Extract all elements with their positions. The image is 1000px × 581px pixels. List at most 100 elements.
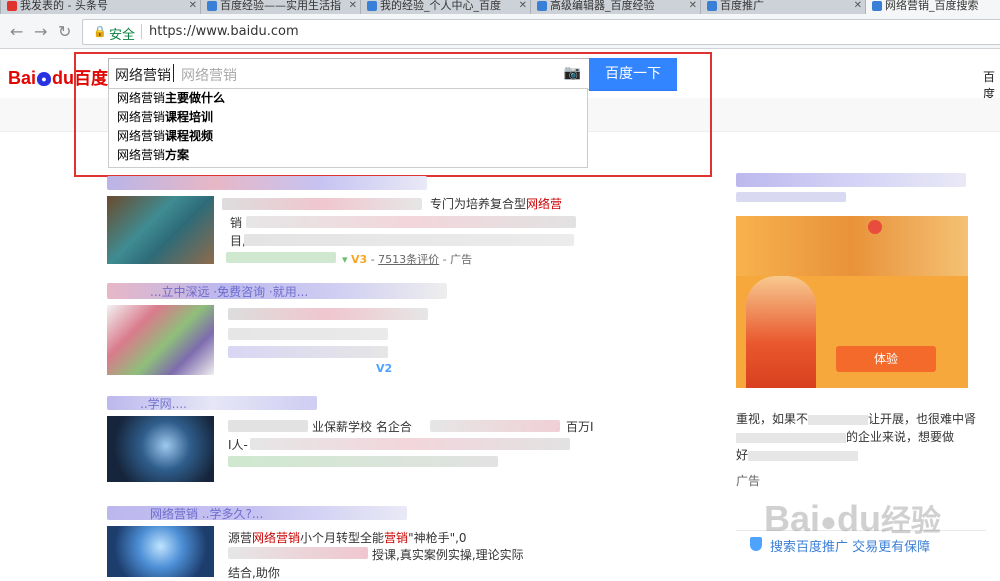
close-icon[interactable]: ✕ <box>689 0 697 12</box>
search-input[interactable]: 网络营销 网络营销 📷 <box>108 58 590 90</box>
snippet-text: 专门为培养复合型 <box>430 197 527 211</box>
baidu-favicon-icon <box>207 1 217 11</box>
close-icon[interactable]: ✕ <box>519 0 527 12</box>
result-title-visible[interactable]: ...立中深远 ·免费咨询 ·就用... <box>150 283 308 300</box>
snippet-text: 源营 <box>228 531 253 545</box>
toutiao-favicon-icon <box>7 1 17 11</box>
baidu-favicon-icon <box>707 1 717 11</box>
tab-baidu-tuiguang[interactable]: 百度推广 ✕ <box>700 0 867 14</box>
suggestion-suffix: 课程视频 <box>165 129 214 143</box>
result-snippet-blur <box>228 308 428 320</box>
suggestion-prefix: 网络营销 <box>117 148 166 162</box>
snippet-keyword: 营销 <box>384 531 409 545</box>
search-query[interactable]: 网络营销 <box>115 65 171 85</box>
logo-text-b: du <box>52 68 75 88</box>
reload-icon[interactable]: ↻ <box>58 22 71 41</box>
ad-label: 广告 <box>450 253 473 266</box>
tab-label: 网络营销_百度搜索 <box>885 0 979 12</box>
baidu-favicon-icon <box>537 1 547 11</box>
suggestion-item[interactable]: 网络营销课程培训 <box>109 108 587 127</box>
sidebar-ad-title[interactable] <box>736 173 966 187</box>
ad-person-figure <box>746 276 816 388</box>
search-button[interactable]: 百度一下 <box>589 58 677 91</box>
ad-logo-icon <box>868 220 882 234</box>
search-ghost-text: 网络营销 <box>181 68 237 84</box>
sidebar-ad-label: 广告 <box>736 474 761 488</box>
result-url-blur <box>226 252 336 263</box>
suggestion-prefix: 网络营销 <box>117 110 166 124</box>
close-icon[interactable]: ✕ <box>349 0 357 12</box>
camera-icon[interactable]: 📷 <box>564 65 581 81</box>
tab-editor[interactable]: 高级编辑器_百度经验 ✕ <box>530 0 702 14</box>
result-title[interactable] <box>107 396 317 410</box>
suggestion-suffix: 课程培训 <box>165 110 214 124</box>
result-thumbnail[interactable] <box>107 416 214 482</box>
lock-icon: 🔒 <box>93 25 107 38</box>
close-icon[interactable]: ✕ <box>189 0 197 12</box>
paw-icon: ● <box>37 72 52 87</box>
result-snippet: 业保薪学校 名企合 <box>312 420 412 434</box>
result-thumbnail[interactable] <box>107 305 214 375</box>
result-thumbnail[interactable] <box>107 196 214 264</box>
watermark-text-cn: 经验 <box>880 505 941 538</box>
browser-toolbar: ← → ↻ 🔒 安全 https://www.baidu.com <box>0 14 1000 49</box>
result-title[interactable] <box>107 176 427 190</box>
ad-badge: 体验 <box>836 346 936 372</box>
ad-image-band <box>736 216 968 276</box>
result-title-visible[interactable]: ..学网.... <box>140 395 187 412</box>
rating-link[interactable]: 7513条评价 <box>378 253 439 266</box>
forward-arrow-icon[interactable]: → <box>34 22 47 41</box>
tab-baidu-jingyan[interactable]: 百度经验——实用生活指 ✕ <box>200 0 362 14</box>
logo-text-cn: 百度 <box>74 69 109 88</box>
shield-icon <box>750 537 762 551</box>
result-snippet-blur <box>246 216 576 228</box>
sidebar-text-c: 的企业来说，想要做 <box>846 430 955 444</box>
result-url-blur <box>228 456 498 467</box>
result-meta: ▾ V3 - 7513条评价 - 广告 <box>342 253 473 266</box>
result-snippet-blur <box>228 420 308 432</box>
sidebar-ad-image[interactable]: 体验 <box>736 216 968 388</box>
tab-search-results[interactable]: 网络营销_百度搜索 <box>865 0 1000 14</box>
sidebar-ad-subtitle[interactable] <box>736 192 846 202</box>
result-snippet-blur <box>228 346 388 358</box>
suggestion-item[interactable]: 网络营销主要做什么 <box>109 89 587 108</box>
result-title-visible[interactable]: 网络营销 ..学多久?... <box>150 505 263 522</box>
header-right-link[interactable]: 百度 <box>983 68 1000 102</box>
back-arrow-icon[interactable]: ← <box>10 22 23 41</box>
v2-badge: V2 <box>376 362 393 375</box>
result-snippet-blur <box>228 328 388 340</box>
tab-toutiao[interactable]: 我发表的 - 头条号 ✕ <box>0 0 202 14</box>
suggestion-item[interactable]: 网络营销课程视频 <box>109 127 587 146</box>
result-snippet: 源营网络营销小个月转型全能营销"神枪手",0 <box>228 529 467 546</box>
result-snippet-line2: 销 <box>230 216 243 230</box>
suggestion-item[interactable]: 网络营销方案 <box>109 146 587 165</box>
divider <box>141 24 142 39</box>
baidu-logo[interactable]: Bai ● du百度 <box>8 64 108 89</box>
close-icon[interactable]: ✕ <box>854 0 862 12</box>
baidu-favicon-icon <box>367 1 377 11</box>
result-snippet: 百万I <box>566 420 594 434</box>
suggestion-prefix: 网络营销 <box>117 129 166 143</box>
result-thumbnail[interactable] <box>107 526 214 577</box>
suggestion-prefix: 网络营销 <box>117 91 166 105</box>
paw-icon: ● <box>820 506 837 537</box>
result-snippet: 结合,助你 <box>228 566 280 580</box>
suggestion-suffix: 方案 <box>165 148 190 162</box>
watermark-text-b: du <box>836 498 881 539</box>
url-text[interactable]: https://www.baidu.com <box>149 24 299 39</box>
tab-label: 我的经验_个人中心_百度 <box>380 0 501 12</box>
address-bar[interactable]: 🔒 安全 https://www.baidu.com <box>82 19 1000 45</box>
sidebar-text-a: 重视，如果不 <box>736 412 809 426</box>
tab-label: 我发表的 - 头条号 <box>20 0 108 12</box>
sidebar-text-b: 让开展，也很难中肾 <box>868 412 977 426</box>
snippet-keyword: 网络营销 <box>252 531 301 545</box>
result-snippet: 授课,真实案例实操,理论实际 <box>372 548 524 562</box>
tab-my-jingyan[interactable]: 我的经验_个人中心_百度 ✕ <box>360 0 532 14</box>
tab-label: 百度经验——实用生活指 <box>220 0 341 12</box>
v3-badge: V3 <box>351 253 368 266</box>
sidebar-text: 的企业来说，想要做 <box>736 428 954 445</box>
snippet-text: "神枪手",0 <box>408 531 467 545</box>
baidu-jingyan-watermark: Bai●du经验 <box>764 496 941 540</box>
result-meta: V2 <box>376 362 392 375</box>
result-snippet: I人- <box>228 438 248 452</box>
